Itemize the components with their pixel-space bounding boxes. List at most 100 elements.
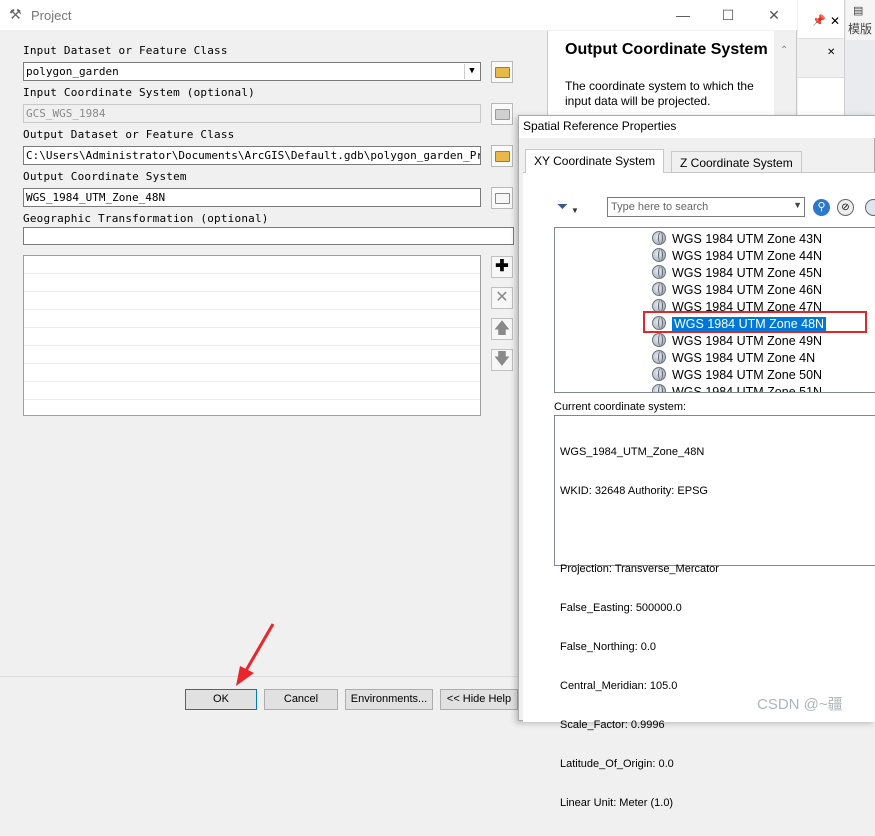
minimize-icon[interactable]: —	[668, 4, 698, 26]
globe-icon	[652, 248, 666, 262]
input-coord-value: GCS_WGS_1984	[26, 107, 106, 120]
clear-search-icon[interactable]: ⊘	[837, 199, 854, 216]
input-dataset-value: polygon_garden	[26, 65, 119, 78]
list-row	[24, 309, 480, 310]
folder-icon	[495, 67, 510, 78]
selection-highlight-box	[643, 311, 867, 333]
list-row	[24, 399, 480, 400]
help-body: The coordinate system to which the input…	[565, 79, 754, 108]
tab-xy-coordinate-system[interactable]: XY Coordinate System	[525, 149, 665, 173]
chevron-up-icon[interactable]: ⌃	[780, 45, 788, 56]
output-dataset-label: Output Dataset or Feature Class	[23, 128, 235, 141]
list-item[interactable]: WGS 1984 UTM Zone 4N	[652, 350, 815, 367]
output-coord-field[interactable]: WGS_1984_UTM_Zone_48N	[23, 188, 481, 207]
arrow-head	[236, 666, 254, 686]
detail-line: Central_Meridian: 105.0	[560, 680, 678, 692]
input-coord-button	[491, 103, 513, 125]
window-title: Project	[31, 8, 72, 23]
globe-icon[interactable]	[865, 199, 875, 216]
detail-line: Linear Unit: Meter (1.0)	[560, 797, 674, 809]
input-dataset-label: Input Dataset or Feature Class	[23, 44, 228, 57]
list-row	[24, 327, 480, 328]
search-placeholder: Type here to search	[611, 201, 709, 213]
remove-icon[interactable]: ✕	[491, 287, 513, 309]
list-item[interactable]: WGS 1984 UTM Zone 46N	[652, 282, 822, 299]
dialog-title: Spatial Reference Properties	[519, 116, 875, 138]
output-dataset-field[interactable]: C:\Users\Administrator\Documents\ArcGIS\…	[23, 146, 481, 165]
detail-line: WGS_1984_UTM_Zone_48N	[560, 446, 705, 458]
list-row	[24, 291, 480, 292]
current-coordinate-label: Current coordinate system:	[554, 401, 687, 413]
list-item[interactable]: WGS 1984 UTM Zone 45N	[652, 265, 822, 282]
current-coordinate-details: WGS_1984_UTM_Zone_48N WKID: 32648 Author…	[554, 415, 875, 809]
input-dataset-select[interactable]: polygon_garden ▼	[23, 62, 481, 81]
globe-icon	[652, 231, 666, 245]
globe-icon	[652, 333, 666, 347]
globe-icon	[652, 265, 666, 279]
browse-output-button[interactable]	[491, 145, 513, 167]
geo-transform-field[interactable]	[23, 227, 514, 245]
filter-icon[interactable]: ⏷	[557, 198, 568, 215]
detail-line: Latitude_Of_Origin: 0.0	[560, 758, 674, 770]
spatial-reference-dialog: Spatial Reference Properties XY Coordina…	[518, 115, 875, 809]
hammer-icon: ⚒	[9, 6, 22, 22]
properties-icon	[495, 109, 510, 120]
project-titlebar[interactable]: ⚒ Project — ☐ ✕	[0, 0, 797, 30]
help-title: Output Coordinate System	[565, 41, 768, 58]
detail-line: False_Easting: 500000.0	[560, 602, 682, 614]
tab-z-coordinate-system[interactable]: Z Coordinate System	[671, 151, 802, 173]
close-icon[interactable]: ✕	[830, 14, 840, 28]
input-coord-field: GCS_WGS_1984	[23, 104, 481, 123]
list-item[interactable]: WGS 1984 UTM Zone 49N	[652, 333, 822, 350]
list-row	[24, 273, 480, 274]
close-icon[interactable]: ✕	[827, 47, 835, 58]
output-coord-button[interactable]	[491, 187, 513, 209]
globe-icon	[652, 367, 666, 381]
detail-line	[560, 524, 870, 537]
move-up-icon[interactable]: 🡅	[491, 318, 513, 340]
cancel-button[interactable]: Cancel	[264, 689, 338, 710]
arrow-shaft	[242, 623, 275, 675]
list-item[interactable]: WGS 1984 UTM Zone 44N	[652, 248, 822, 265]
output-dataset-value: C:\Users\Administrator\Documents\ArcGIS\…	[26, 149, 481, 162]
coordinate-system-list[interactable]: WGS 1984 UTM Zone 43N WGS 1984 UTM Zone …	[554, 227, 875, 393]
dock-side-label: 模版	[848, 22, 873, 36]
dock-pane-header: ✕	[798, 38, 844, 78]
pin-icon[interactable]: 📌	[812, 14, 826, 27]
environments-button[interactable]: Environments...	[345, 689, 433, 710]
browse-input-button[interactable]	[491, 61, 513, 83]
geo-transform-label: Geographic Transformation (optional)	[23, 212, 269, 225]
search-icon[interactable]: ⚲	[813, 199, 830, 216]
maximize-icon[interactable]: ☐	[713, 4, 743, 26]
input-coord-label: Input Coordinate System (optional)	[23, 86, 255, 99]
watermark: CSDN @~疆	[757, 696, 843, 713]
chevron-down-icon[interactable]: ▼	[464, 64, 479, 79]
ok-button[interactable]: OK	[185, 689, 257, 710]
detail-line: False_Northing: 0.0	[560, 641, 656, 653]
transformation-list[interactable]	[23, 255, 481, 416]
output-coord-value: WGS_1984_UTM_Zone_48N	[26, 191, 166, 204]
dock-side-tab[interactable]: ▤ 模版	[846, 0, 875, 40]
properties-icon	[495, 193, 510, 204]
search-input[interactable]: Type here to search ▼	[607, 197, 805, 217]
chevron-down-icon[interactable]: ▼	[793, 200, 802, 210]
add-icon[interactable]: ✚	[491, 256, 513, 278]
close-icon[interactable]: ✕	[759, 4, 789, 26]
globe-icon	[652, 384, 666, 392]
list-row	[24, 381, 480, 382]
globe-icon	[652, 282, 666, 296]
output-coord-label: Output Coordinate System	[23, 170, 187, 183]
list-item[interactable]: WGS 1984 UTM Zone 50N	[652, 367, 822, 384]
hide-help-button[interactable]: << Hide Help	[440, 689, 518, 710]
move-down-icon[interactable]: 🡇	[491, 349, 513, 371]
list-item[interactable]: WGS 1984 UTM Zone 43N	[652, 231, 822, 248]
template-icon: ▤	[853, 5, 864, 17]
list-row	[24, 345, 480, 346]
list-row	[24, 363, 480, 364]
chevron-down-icon[interactable]: ▼	[571, 206, 579, 215]
detail-line: WKID: 32648 Authority: EPSG	[560, 485, 708, 497]
list-item[interactable]: WGS 1984 UTM Zone 51N	[652, 384, 822, 392]
folder-icon	[495, 151, 510, 162]
annotation-arrow	[236, 623, 275, 686]
globe-icon	[652, 350, 666, 364]
